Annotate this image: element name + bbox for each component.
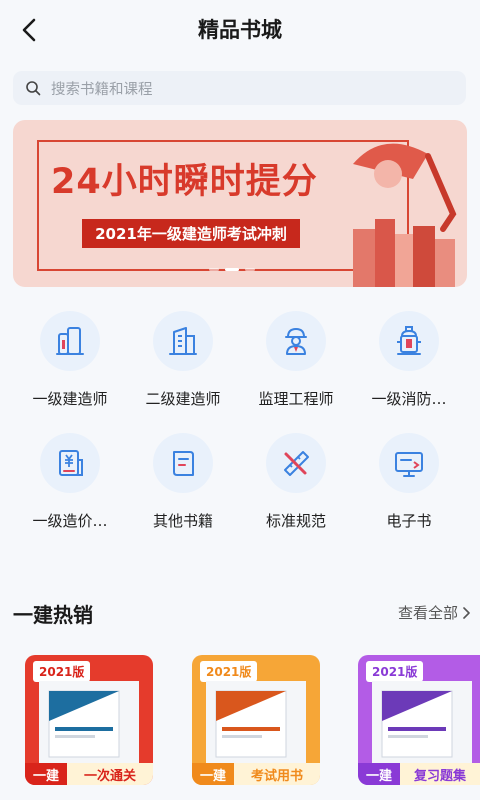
category-item-level2-constructor[interactable]: 二级建造师: [127, 311, 239, 409]
book-card[interactable]: 2021版 一建 复习题集: [358, 655, 480, 785]
category-label: 标准规范: [265, 512, 326, 530]
chevron-right-icon: [463, 606, 470, 619]
book-icon: [173, 451, 194, 476]
category-label: 一级造价…: [32, 512, 108, 530]
promo-banner[interactable]: 24小时瞬时提分 2021年一级建造师考试冲刺: [13, 120, 467, 287]
book-tagbar: 一建 一次通关: [25, 763, 153, 785]
book-cover-art: [39, 681, 139, 769]
category-item-supervision-engineer[interactable]: 监理工程师: [240, 311, 352, 409]
category-item-fire-protection[interactable]: 一级消防…: [353, 311, 465, 409]
category-item-standards[interactable]: 标准规范: [240, 433, 352, 531]
book-tag-level: 一建: [25, 763, 68, 785]
category-icon-circle: [40, 433, 100, 493]
category-icon-circle: [379, 433, 439, 493]
book-tag-level: 一建: [358, 763, 401, 785]
category-label: 监理工程师: [258, 390, 334, 408]
page-title: 精品书城: [198, 18, 282, 42]
section-title-hot: 一建热销: [13, 603, 93, 627]
book-tag-type: 考试用书: [234, 763, 320, 785]
header: 精品书城: [0, 0, 480, 60]
book-edition-badge: 2021版: [366, 661, 424, 682]
carousel-dot[interactable]: [209, 268, 219, 271]
book-cover: [39, 681, 139, 769]
search-input[interactable]: 搜索书籍和课程: [13, 71, 466, 105]
book-edition-badge: 2021版: [33, 661, 91, 682]
book-cover: [206, 681, 306, 769]
carousel-dot-active[interactable]: [225, 268, 239, 271]
banner-subtitle: 2021年一级建造师考试冲刺: [82, 219, 300, 248]
category-icon-circle: [266, 433, 326, 493]
engineer-icon: [285, 328, 307, 355]
category-label: 其他书籍: [152, 512, 213, 530]
cost-document-icon: [59, 450, 83, 476]
book-cover-art: [206, 681, 306, 769]
search-placeholder: 搜索书籍和课程: [51, 81, 153, 98]
book-tag-type: 一次通关: [67, 763, 153, 785]
desk-lamp-illustration: [353, 143, 457, 287]
book-cover-art: [372, 681, 472, 769]
category-icon-circle: [379, 311, 439, 371]
buildings-icon: [56, 327, 84, 355]
book-card[interactable]: 2021版 一建 一次通关: [25, 655, 153, 785]
category-label: 一级消防…: [371, 390, 447, 408]
view-all-label: 查看全部: [397, 604, 458, 622]
book-card[interactable]: 2021版 一建 考试用书: [192, 655, 320, 785]
book-tag-type: 复习题集: [400, 763, 480, 785]
category-icon-circle: [266, 311, 326, 371]
monitor-icon: [395, 452, 423, 477]
book-tag-level: 一建: [192, 763, 235, 785]
category-item-other-books[interactable]: 其他书籍: [127, 433, 239, 531]
view-all-link[interactable]: 查看全部: [398, 602, 470, 623]
category-item-level1-constructor[interactable]: 一级建造师: [14, 311, 126, 409]
book-cover: [372, 681, 472, 769]
search-icon: [26, 81, 41, 96]
category-icon-circle: [153, 311, 213, 371]
carousel-dot[interactable]: [245, 268, 255, 271]
category-item-cost-engineer[interactable]: 一级造价…: [14, 433, 126, 531]
carousel-dots: [209, 268, 255, 271]
fire-hydrant-icon: [397, 326, 421, 355]
book-edition-badge: 2021版: [200, 661, 258, 682]
category-label: 一级建造师: [32, 390, 108, 408]
book-tagbar: 一建 复习题集: [358, 763, 480, 785]
banner-headline: 24小时瞬时提分: [51, 162, 318, 202]
category-label: 二级建造师: [145, 390, 221, 408]
ruler-pencil-icon: [284, 451, 309, 476]
category-icon-circle: [40, 311, 100, 371]
category-icon-circle: [153, 433, 213, 493]
category-label: 电子书: [386, 512, 432, 530]
category-item-ebooks[interactable]: 电子书: [353, 433, 465, 531]
office-building-icon: [169, 327, 197, 355]
book-tagbar: 一建 考试用书: [192, 763, 320, 785]
